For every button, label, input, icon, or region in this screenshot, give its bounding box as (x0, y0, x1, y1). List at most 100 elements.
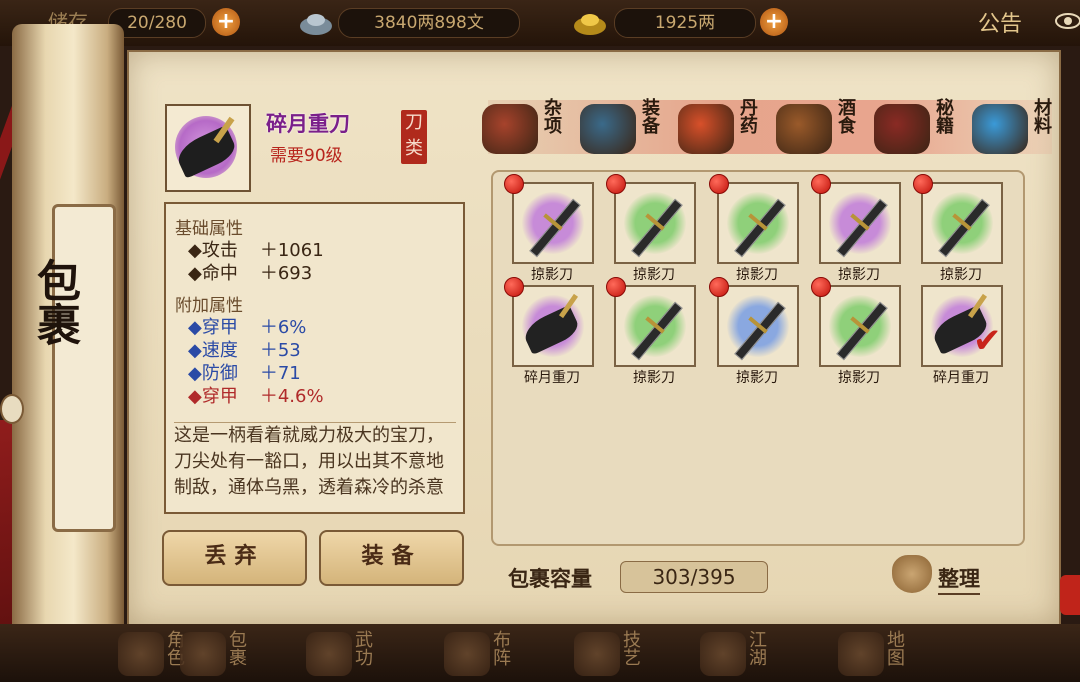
slot-item-name: 掠影刀 (633, 370, 675, 386)
nav-item[interactable]: 包裹 (180, 630, 290, 678)
item-requirement: 需要90级 (270, 146, 343, 166)
stat-name: 穿甲 (201, 386, 238, 407)
stat-value: ＋693 (259, 263, 313, 284)
sort-button[interactable]: 整理 (938, 563, 980, 595)
inventory-slot[interactable] (614, 182, 696, 264)
eye-icon[interactable] (1054, 10, 1080, 32)
diamond-bullet-icon: ◆ (188, 363, 202, 384)
nav-icon (180, 632, 226, 676)
stat-value: ＋71 (259, 363, 301, 384)
inventory-slot[interactable] (512, 285, 594, 367)
notice-button[interactable]: 公告 (978, 6, 1022, 38)
nav-icon (838, 632, 884, 676)
nav-item[interactable]: 技艺 (574, 630, 684, 678)
side-flag-icon (1060, 575, 1080, 615)
tab-label: 杂项 (541, 98, 562, 134)
new-item-dot-icon (913, 174, 933, 194)
nav-label: 地图 (884, 630, 905, 666)
slot-item-name: 碎月重刀 (933, 370, 989, 386)
nav-icon (118, 632, 164, 676)
selected-item-frame (165, 104, 251, 192)
nav-item[interactable]: 地图 (838, 630, 948, 678)
nav-icon (700, 632, 746, 676)
item-description: 这是一柄看着就威力极大的宝刀，刀尖处有一豁口，用以出其不意地制敌，通体乌黑，透着… (174, 422, 456, 507)
add-storage-button[interactable]: + (212, 8, 240, 36)
category-seal: 刀类 (401, 110, 427, 164)
nav-icon (574, 632, 620, 676)
tab-jar[interactable]: 杂项 (482, 98, 580, 158)
diamond-bullet-icon: ◆ (188, 340, 202, 361)
base-stat-row: ◆攻击 ＋1061 (188, 239, 463, 262)
tab-pill[interactable]: 丹药 (678, 98, 776, 158)
selected-check-icon: ✔ (973, 321, 1002, 361)
extra-stat-row: ◆穿甲 ＋4.6% (188, 385, 463, 408)
nav-label: 包裹 (226, 630, 247, 666)
diamond-bullet-icon: ◆ (188, 386, 202, 407)
gold-value: 1925两 (614, 8, 756, 38)
tab-label: 材料 (1031, 98, 1052, 134)
new-item-dot-icon (504, 174, 524, 194)
nav-label: 布阵 (490, 630, 511, 666)
tab-wine-food[interactable]: 酒食 (776, 98, 874, 158)
tab-weapon-bundle[interactable]: 装备 (580, 98, 678, 158)
stat-value: ＋53 (259, 340, 301, 361)
weapon-bundle-icon (580, 104, 636, 154)
nav-label: 技艺 (620, 630, 641, 666)
inventory-slot[interactable] (921, 182, 1003, 264)
inventory-slot[interactable] (819, 285, 901, 367)
slot-item-name: 掠影刀 (940, 267, 982, 283)
slot-item-name: 掠影刀 (838, 370, 880, 386)
discard-button[interactable]: 丢弃 (162, 530, 307, 586)
nav-item[interactable]: 武功 (306, 630, 416, 678)
nav-item[interactable]: 江湖 (700, 630, 810, 678)
stat-value: ＋1061 (259, 240, 324, 261)
inventory-slot[interactable] (819, 182, 901, 264)
inventory-slot[interactable] (717, 182, 799, 264)
item-name: 碎月重刀 (266, 112, 350, 136)
tab-book[interactable]: 秘籍 (874, 98, 972, 158)
new-item-dot-icon (504, 277, 524, 297)
new-item-dot-icon (606, 277, 626, 297)
crystal-icon (972, 104, 1028, 154)
slot-item-name: 掠影刀 (736, 370, 778, 386)
capacity-label: 包裹容量 (508, 567, 592, 591)
money-bag-icon[interactable] (892, 555, 932, 593)
nav-icon (306, 632, 352, 676)
diamond-bullet-icon: ◆ (188, 317, 202, 338)
inventory-slot[interactable] (512, 182, 594, 264)
scroll-knob-icon (0, 394, 24, 424)
extra-stat-row: ◆防御 ＋71 (188, 362, 463, 385)
equip-button[interactable]: 装备 (319, 530, 464, 586)
tab-crystal[interactable]: 材料 (972, 98, 1070, 158)
extra-stats-title: 附加属性 (175, 296, 243, 316)
nav-item[interactable]: 布阵 (444, 630, 554, 678)
stat-name: 攻击 (201, 240, 238, 261)
stat-value: ＋4.6% (259, 386, 324, 407)
inventory-slot[interactable] (717, 285, 799, 367)
base-stats-title: 基础属性 (175, 219, 243, 239)
new-item-dot-icon (811, 174, 831, 194)
new-item-dot-icon (811, 277, 831, 297)
capacity-value: 303/395 (620, 561, 768, 593)
tab-label: 丹药 (737, 98, 758, 134)
stat-name: 命中 (201, 263, 238, 284)
pill-icon (678, 104, 734, 154)
tab-label: 酒食 (835, 98, 856, 134)
nav-label: 武功 (352, 630, 373, 666)
extra-stat-row: ◆速度 ＋53 (188, 339, 463, 362)
book-icon (874, 104, 930, 154)
diamond-bullet-icon: ◆ (188, 240, 202, 261)
scroll-title-frame (52, 204, 116, 532)
add-gold-button[interactable]: + (760, 8, 788, 36)
stat-name: 速度 (201, 340, 238, 361)
diamond-bullet-icon: ◆ (188, 263, 202, 284)
extra-stat-row: ◆穿甲 ＋6% (188, 316, 463, 339)
inventory-slot[interactable] (614, 285, 696, 367)
wine-food-icon (776, 104, 832, 154)
nav-icon (444, 632, 490, 676)
new-item-dot-icon (606, 174, 626, 194)
stat-name: 防御 (201, 363, 238, 384)
base-stat-row: ◆命中 ＋693 (188, 262, 463, 285)
tab-label: 秘籍 (933, 98, 954, 134)
silver-ingot-icon (298, 6, 334, 38)
